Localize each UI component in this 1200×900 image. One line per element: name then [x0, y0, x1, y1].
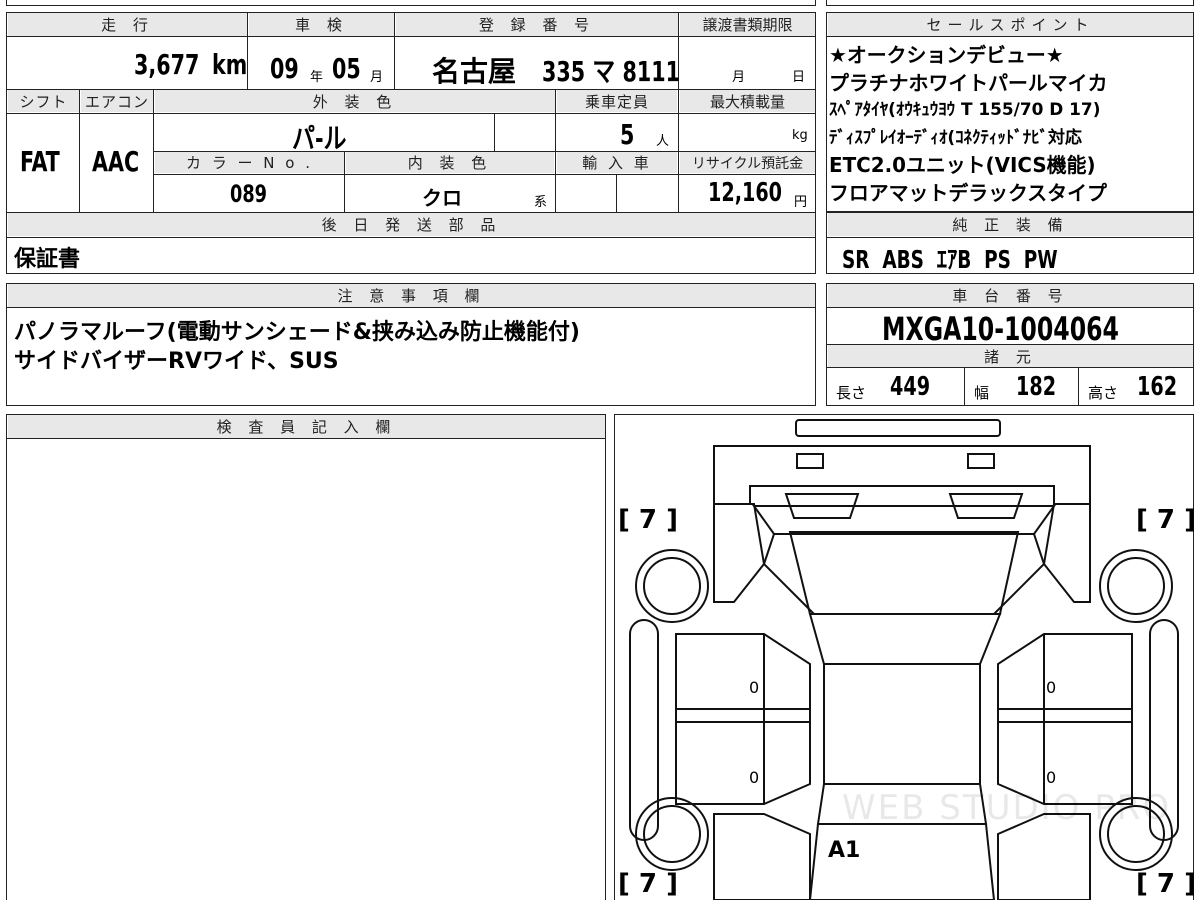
header-interior-color: 内 装 色 [346, 152, 554, 173]
registration-number: 335 マ 8111 [542, 55, 680, 88]
header-mileage: 走 行 [8, 13, 247, 36]
height-label: 高さ [1088, 384, 1119, 402]
header-recycle: リサイクル預託金 [680, 152, 815, 173]
header-chassis: 車 台 番 号 [828, 284, 1193, 307]
header-inspection: 車 検 [249, 13, 394, 36]
watermark: WEB STUDIO PRO [842, 788, 1172, 828]
shift-value: FAT [20, 145, 60, 178]
tire-rear-right: [ 7 ] [1136, 869, 1196, 899]
capacity-value: 5 [620, 118, 635, 151]
length-label: 長さ [836, 384, 867, 402]
length-value: 449 [890, 372, 931, 402]
tire-front-right: [ 7 ] [1136, 505, 1196, 535]
header-inspector: 検 査 員 記 入 欄 [8, 415, 605, 438]
sales-point-5: ETC2.0ユニット(VICS機能) [829, 153, 1096, 177]
header-import: 輸 入 車 [557, 152, 677, 173]
door-front-left-mark: 0 [749, 678, 760, 697]
door-rear-right-mark: 0 [1046, 768, 1057, 787]
sales-point-1: ★オークションデビュー★ [829, 43, 1064, 67]
inspection-month-unit: 月 [370, 70, 384, 85]
header-color-no: カ ラ ー N o . [155, 152, 344, 173]
height-value: 162 [1137, 372, 1178, 402]
capacity-unit: 人 [656, 134, 670, 149]
mileage-value: 3,677 [134, 48, 200, 81]
header-capacity: 乗車定員 [557, 90, 677, 112]
interior-color-value: クロ [422, 186, 462, 210]
tire-front-left: [ 7 ] [618, 505, 678, 535]
header-transfer-deadline: 譲渡書類期限 [680, 13, 815, 36]
header-later-parts: 後 日 発 送 部 品 [8, 213, 815, 236]
header-aircon: エアコン [81, 90, 153, 112]
width-value: 182 [1016, 372, 1057, 402]
recycle-fee-value: 12,160 [708, 178, 783, 208]
door-front-right-mark: 0 [1046, 678, 1057, 697]
header-equipment: 純 正 装 備 [828, 213, 1193, 236]
note-line-2: サイドバイザーRVワイド、SUS [14, 349, 339, 374]
top-strip-right [826, 0, 1194, 6]
registration-place: 名古屋 [432, 55, 517, 88]
interior-suffix: 系 [534, 195, 548, 210]
transfer-day-unit: 日 [792, 70, 806, 85]
top-strip [6, 0, 816, 6]
header-shift: シフト [8, 90, 79, 112]
sales-point-6: フロアマットデラックスタイプ [829, 180, 1107, 205]
sales-point-4: ﾃﾞｨｽﾌﾟﾚｲｵｰﾃﾞｨｵ(ｺﾈｸﾃｨｯﾄﾞﾅﾋﾞ対応 [829, 127, 1082, 148]
recycle-unit: 円 [794, 195, 808, 210]
equipment-value: SR ABS ｴｱB PS PW [842, 245, 1058, 274]
header-sales-points: セールスポイント [828, 13, 1193, 36]
header-max-load: 最大積載量 [680, 90, 815, 112]
chassis-number: MXGA10-1004064 [882, 310, 1119, 348]
sales-points-list: ★オークションデビュー★ プラチナホワイトパールマイカ ｽﾍﾟｱﾀｲﾔ(ｵｳｷｭ… [829, 42, 1191, 207]
mileage-unit: km [212, 48, 248, 81]
note-line-1: パノラマルーフ(電動サンシェード&挟み込み防止機能付) [14, 320, 580, 345]
transfer-month-unit: 月 [732, 70, 746, 85]
max-load-unit: kg [792, 128, 808, 143]
later-parts-value: 保証書 [14, 247, 81, 272]
tire-rear-left: [ 7 ] [618, 869, 678, 899]
inspector-panel [6, 414, 606, 900]
width-label: 幅 [974, 384, 990, 402]
sales-point-3: ｽﾍﾟｱﾀｲﾔ(ｵｳｷｭｳﾖｳ T 155/70 D 17) [829, 100, 1101, 120]
inspection-month: 05 [332, 52, 361, 85]
aircon-value: AAC [92, 145, 140, 178]
header-notes: 注 意 事 項 欄 [8, 284, 815, 307]
header-registration: 登 録 番 号 [396, 13, 678, 36]
header-exterior-color: 外 装 色 [155, 90, 555, 112]
header-specs: 諸 元 [828, 345, 1193, 367]
inspection-year-unit: 年 [310, 70, 324, 85]
door-rear-left-mark: 0 [749, 768, 760, 787]
inspection-year: 09 [270, 52, 299, 85]
sales-point-2: プラチナホワイトパールマイカ [829, 70, 1108, 95]
color-no-value: 089 [230, 180, 267, 208]
damage-mark-a1: A1 [828, 838, 861, 863]
